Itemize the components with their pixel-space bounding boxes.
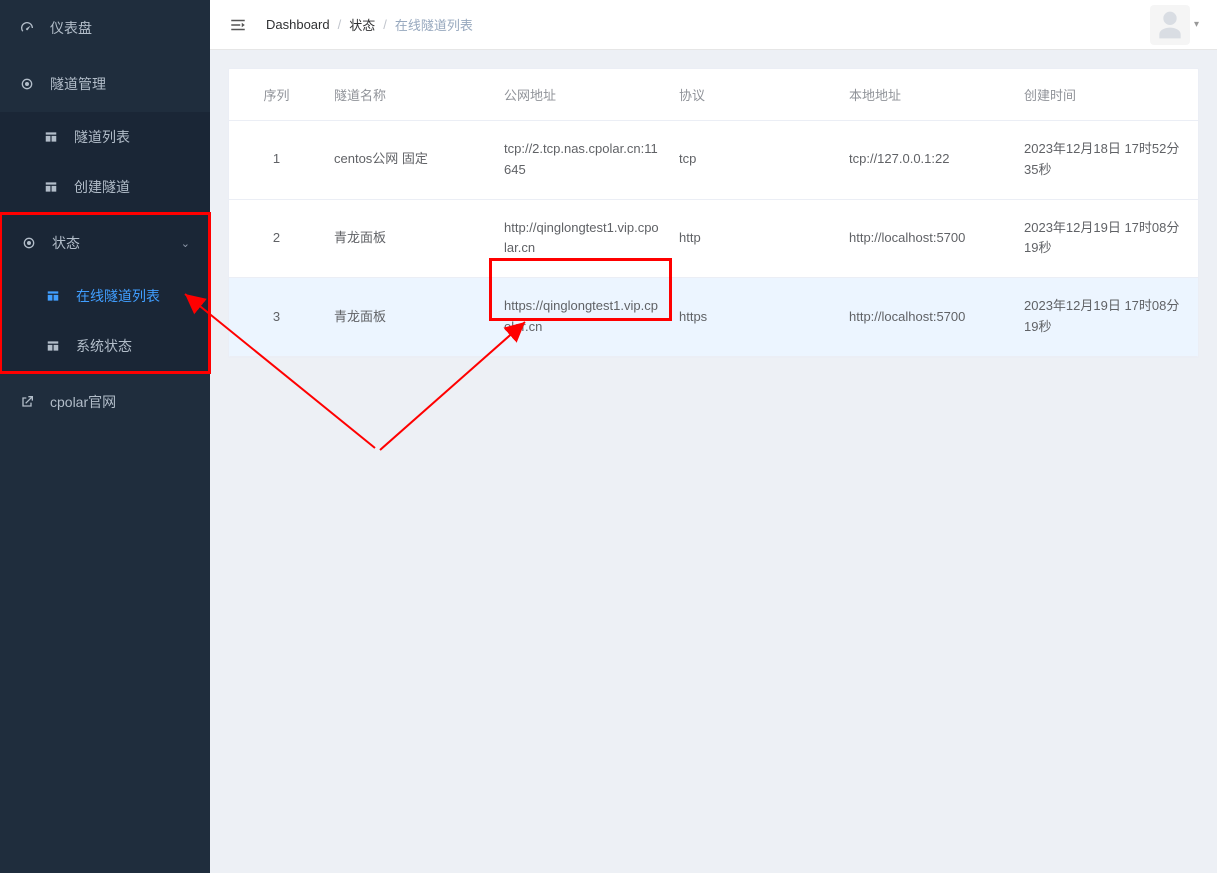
- sidebar-item-label: cpolar官网: [50, 392, 116, 412]
- tunnel-table: 序列 隧道名称 公网地址 协议 本地地址 创建时间 1 centos公网 固定: [229, 69, 1198, 357]
- sidebar-item-tunnel-management[interactable]: 隧道管理 ⌄: [0, 56, 210, 112]
- gauge-icon: [18, 19, 36, 37]
- breadcrumb-separator: /: [338, 17, 342, 32]
- cell-created: 2023年12月19日 17时08分19秒: [1014, 199, 1198, 278]
- cell-protocol: https: [669, 278, 839, 357]
- table-icon: [44, 287, 62, 305]
- circle-dot-icon: [20, 234, 38, 252]
- sidebar-item-tunnel-list[interactable]: 隧道列表: [0, 112, 210, 162]
- sidebar-item-create-tunnel[interactable]: 创建隧道: [0, 162, 210, 212]
- app-root: 仪表盘 隧道管理 ⌄ 隧道列表 创建隧道: [0, 0, 1217, 873]
- th-created: 创建时间: [1014, 69, 1198, 121]
- th-protocol: 协议: [669, 69, 839, 121]
- sidebar-item-label: 隧道管理: [50, 74, 106, 94]
- main-area: Dashboard / 状态 / 在线隧道列表 ▾ 序列 隧道: [210, 0, 1217, 873]
- topbar: Dashboard / 状态 / 在线隧道列表 ▾: [210, 0, 1217, 50]
- sidebar-status-section: 状态 ⌄ 在线隧道列表 系统状态: [0, 212, 211, 374]
- table-header-row: 序列 隧道名称 公网地址 协议 本地地址 创建时间: [229, 69, 1198, 121]
- sidebar-item-label: 在线隧道列表: [76, 286, 160, 306]
- sidebar-item-status[interactable]: 状态 ⌄: [2, 215, 208, 271]
- circle-dot-icon: [18, 75, 36, 93]
- th-public-addr: 公网地址: [494, 69, 669, 121]
- cell-name: 青龙面板: [324, 278, 494, 357]
- sidebar-item-dashboard[interactable]: 仪表盘: [0, 0, 210, 56]
- cell-name: centos公网 固定: [324, 121, 494, 200]
- sidebar-item-label: 系统状态: [76, 336, 132, 356]
- cell-local-addr: http://localhost:5700: [839, 278, 1014, 357]
- cell-created: 2023年12月18日 17时52分35秒: [1014, 121, 1198, 200]
- cell-local-addr: tcp://127.0.0.1:22: [839, 121, 1014, 200]
- cell-public-addr: http://qinglongtest1.vip.cpolar.cn: [494, 199, 669, 278]
- sidebar-item-system-status[interactable]: 系统状态: [2, 321, 208, 371]
- cell-protocol: http: [669, 199, 839, 278]
- table-row[interactable]: 3 青龙面板 https://qinglongtest1.vip.cpolar.…: [229, 278, 1198, 357]
- sidebar-item-online-tunnels[interactable]: 在线隧道列表: [2, 271, 208, 321]
- sidebar-item-label: 仪表盘: [50, 18, 92, 38]
- table-icon: [42, 128, 60, 146]
- user-menu[interactable]: ▾: [1150, 5, 1199, 45]
- avatar-icon: [1150, 5, 1190, 45]
- cell-index: 3: [229, 278, 324, 357]
- breadcrumb-section[interactable]: 状态: [349, 15, 375, 34]
- sidebar-item-label: 创建隧道: [74, 177, 130, 197]
- breadcrumb: Dashboard / 状态 / 在线隧道列表: [266, 15, 473, 34]
- table-row[interactable]: 2 青龙面板 http://qinglongtest1.vip.cpolar.c…: [229, 199, 1198, 278]
- th-index: 序列: [229, 69, 324, 121]
- table-icon: [42, 178, 60, 196]
- cell-local-addr: http://localhost:5700: [839, 199, 1014, 278]
- cell-name: 青龙面板: [324, 199, 494, 278]
- sidebar-item-label: 隧道列表: [74, 127, 130, 147]
- th-local-addr: 本地地址: [839, 69, 1014, 121]
- external-link-icon: [18, 393, 36, 411]
- sidebar-item-label: 状态: [52, 233, 80, 253]
- cell-public-addr: tcp://2.tcp.nas.cpolar.cn:11645: [494, 121, 669, 200]
- sidebar-item-cpolar-site[interactable]: cpolar官网: [0, 374, 210, 430]
- caret-down-icon: ▾: [1194, 19, 1199, 30]
- chevron-down-icon: ⌄: [181, 237, 190, 250]
- breadcrumb-separator: /: [383, 17, 387, 32]
- cell-index: 1: [229, 121, 324, 200]
- breadcrumb-root[interactable]: Dashboard: [266, 17, 330, 32]
- breadcrumb-current: 在线隧道列表: [395, 15, 473, 34]
- cell-protocol: tcp: [669, 121, 839, 200]
- content: 序列 隧道名称 公网地址 协议 本地地址 创建时间 1 centos公网 固定: [210, 50, 1217, 376]
- cell-index: 2: [229, 199, 324, 278]
- table-icon: [44, 337, 62, 355]
- sidebar: 仪表盘 隧道管理 ⌄ 隧道列表 创建隧道: [0, 0, 210, 873]
- tunnel-table-card: 序列 隧道名称 公网地址 协议 本地地址 创建时间 1 centos公网 固定: [228, 68, 1199, 358]
- sidebar-toggle-icon[interactable]: [228, 15, 248, 35]
- cell-created: 2023年12月19日 17时08分19秒: [1014, 278, 1198, 357]
- table-row[interactable]: 1 centos公网 固定 tcp://2.tcp.nas.cpolar.cn:…: [229, 121, 1198, 200]
- th-name: 隧道名称: [324, 69, 494, 121]
- cell-public-addr: https://qinglongtest1.vip.cpolar.cn: [494, 278, 669, 357]
